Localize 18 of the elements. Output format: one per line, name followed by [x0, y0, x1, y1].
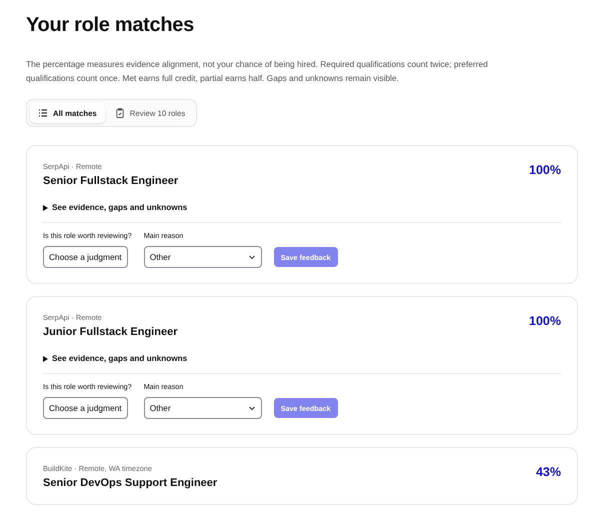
clipboard-icon	[114, 108, 125, 118]
page-title: Your role matches	[26, 14, 195, 37]
chevron-down-icon	[248, 253, 256, 261]
reason-select[interactable]: Other	[144, 246, 262, 268]
role-title: Junior Fullstack Engineer	[43, 326, 178, 338]
chevron-down-icon	[248, 404, 256, 412]
judgment-select[interactable]: Choose a judgment	[43, 246, 128, 268]
list-icon	[38, 108, 48, 118]
judgment-select[interactable]: Choose a judgment	[43, 397, 128, 419]
match-score: 100%	[529, 314, 561, 328]
role-title: Senior DevOps Support Engineer	[43, 477, 218, 489]
details-toggle[interactable]: See evidence, gaps and unknowns	[43, 203, 188, 212]
description: The percentage measures evidence alignment, not your chance of being hired. Required qualifications count twice; preferred qualifications count once. Met earns full credit, partial earns half. Gaps and unknowns remain visible.	[26, 58, 489, 85]
match-score: 43%	[536, 465, 561, 479]
reason-select[interactable]: Other	[144, 397, 262, 419]
role-title: Senior Fullstack Engineer	[43, 175, 178, 187]
details-toggle[interactable]: See evidence, gaps and unknowns	[43, 354, 188, 363]
match-score: 100%	[529, 163, 561, 177]
